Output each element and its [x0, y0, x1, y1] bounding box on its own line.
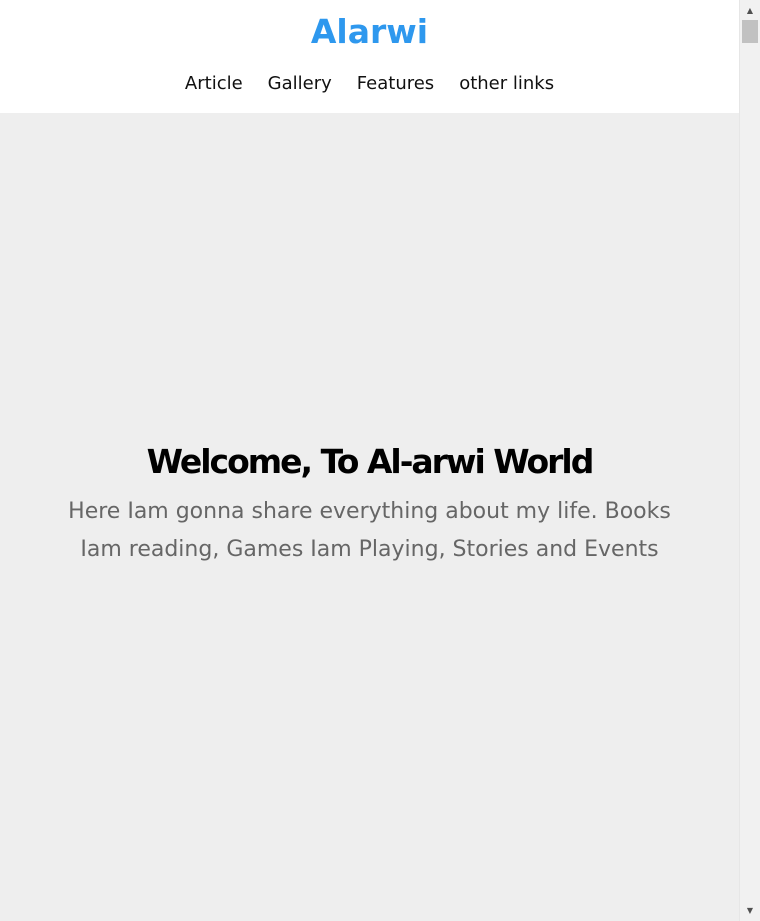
hero-title: Welcome, To Al-arwi World [146, 442, 595, 481]
site-logo[interactable]: Alarwi [0, 0, 739, 52]
nav-link-article[interactable]: Article [185, 72, 243, 96]
nav-link-features[interactable]: Features [357, 72, 434, 96]
nav-link-other-links[interactable]: other links [459, 72, 554, 96]
vertical-scrollbar[interactable]: ▲ ▼ [739, 0, 760, 921]
hero-section: Welcome, To Al-arwi World Here Iam gonna… [0, 113, 739, 921]
hero-description: Here Iam gonna share everything about my… [68, 499, 671, 562]
page: Alarwi Article Gallery Features other li… [0, 0, 739, 921]
triangle-up-icon[interactable]: ▲ [740, 2, 760, 19]
main-nav: Article Gallery Features other links [0, 72, 739, 96]
site-header: Alarwi Article Gallery Features other li… [0, 0, 739, 113]
nav-link-gallery[interactable]: Gallery [268, 72, 332, 96]
scrollbar-thumb[interactable] [742, 20, 758, 43]
browser-viewport: Alarwi Article Gallery Features other li… [0, 0, 760, 921]
triangle-down-icon[interactable]: ▼ [740, 902, 760, 919]
